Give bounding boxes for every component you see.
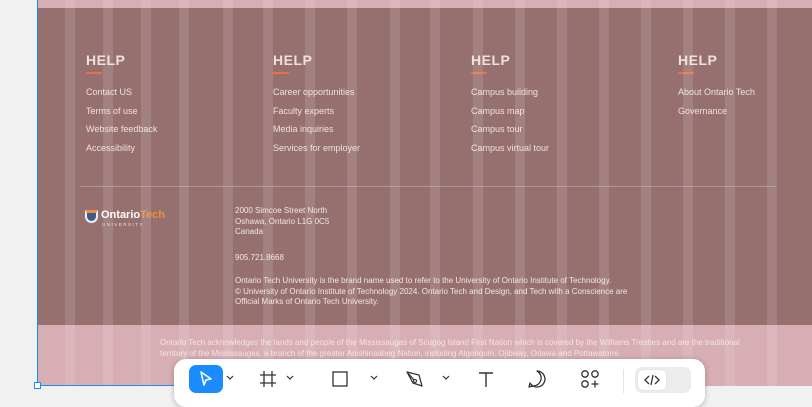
layout-grid-column [515, 0, 525, 386]
dev-mode-knob [638, 370, 666, 390]
toolbar-separator [623, 369, 624, 393]
shield-icon [85, 210, 98, 223]
actions-tool-button[interactable] [579, 365, 601, 393]
layout-grid-column [65, 0, 75, 386]
footer-main: HELP Contact US Terms of use Website fee… [37, 8, 812, 325]
layout-grid-column [179, 0, 189, 386]
address-block: 2000 Simcoe Street North Oshawa, Ontario… [235, 206, 330, 236]
layout-grid-column [599, 0, 609, 386]
rectangle-icon [332, 371, 348, 387]
layout-grid-column [430, 0, 440, 386]
layout-grid-column [767, 0, 777, 386]
text-tool-button[interactable] [476, 365, 496, 393]
layout-grid-column [263, 0, 273, 386]
actions-icon [581, 370, 599, 388]
cursor-icon [200, 371, 212, 386]
layout-grid-column [103, 0, 113, 386]
layout-grid-column [305, 0, 315, 386]
code-icon [644, 374, 660, 386]
phone-number[interactable]: 905.721.8668 [235, 253, 284, 262]
frame-icon [260, 371, 276, 387]
heading-accent [273, 72, 289, 74]
layout-grid-column [725, 0, 735, 386]
move-tool-button[interactable] [189, 365, 223, 393]
dev-mode-toggle[interactable] [635, 367, 691, 393]
comment-icon [528, 370, 546, 388]
chevron-down-icon [226, 375, 234, 380]
layout-grid-column [390, 0, 400, 386]
land-acknowledgement: Ontario Tech acknowledges the lands and … [160, 338, 740, 358]
selection-edge-bottom [37, 385, 177, 386]
frame-tool-button[interactable] [258, 365, 278, 393]
comment-tool-button[interactable] [526, 365, 548, 393]
chevron-down-icon [370, 375, 378, 380]
selection-edge-left [37, 0, 38, 386]
resize-handle-bottom-left[interactable] [34, 382, 41, 389]
layout-grid-column [557, 0, 567, 386]
chevron-down-icon [442, 375, 450, 380]
chevron-down-icon [286, 375, 294, 380]
layout-grid-column [473, 0, 483, 386]
layout-grid-column [683, 0, 693, 386]
footer-frame[interactable]: HELP Contact US Terms of use Website fee… [37, 0, 812, 386]
pen-tool-button[interactable] [404, 365, 426, 393]
layout-grid-column [141, 0, 151, 386]
layout-grid-column [347, 0, 357, 386]
pen-icon [406, 371, 423, 387]
layout-grid-column [223, 0, 233, 386]
design-toolbar [174, 359, 705, 407]
text-icon [479, 372, 493, 387]
shape-tool-button[interactable] [330, 365, 350, 393]
heading-accent [86, 72, 102, 74]
layout-grid-column [641, 0, 651, 386]
